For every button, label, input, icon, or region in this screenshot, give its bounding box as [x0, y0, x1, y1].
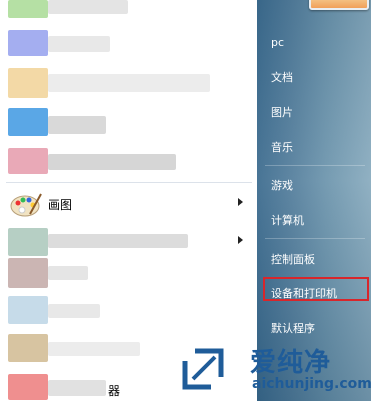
menu-item-games[interactable]: 游戏 [271, 177, 293, 193]
program-icon [8, 296, 48, 324]
program-icon [8, 334, 48, 362]
menu-item-control-panel[interactable]: 控制面板 [271, 251, 315, 267]
programs-separator [6, 182, 252, 183]
program-icon [8, 30, 48, 56]
program-label-blurred [48, 74, 210, 92]
program-item-blurred-3[interactable] [0, 68, 257, 98]
program-item-blurred-7[interactable] [0, 258, 257, 288]
program-item-blurred-2[interactable] [0, 30, 257, 60]
pane-gradient [257, 0, 371, 401]
program-label-blurred [48, 380, 106, 396]
program-item-paint[interactable] [0, 188, 257, 218]
program-label-blurred [48, 36, 110, 52]
menu-separator [265, 238, 365, 239]
menu-item-default-programs[interactable]: 默认程序 [271, 320, 315, 336]
program-icon [8, 258, 48, 288]
program-item-blurred-5[interactable] [0, 146, 257, 176]
paint-palette-icon [10, 193, 42, 217]
program-item-blurred-8[interactable] [0, 296, 257, 326]
menu-item-pictures[interactable]: 图片 [271, 104, 293, 120]
programs-panel: 画图 器 [0, 0, 257, 401]
program-item-blurred-1[interactable] [0, 0, 257, 30]
program-label-blurred [48, 0, 128, 14]
program-icon [8, 374, 48, 400]
program-label-blurred [48, 234, 188, 248]
program-label-blurred [48, 116, 106, 134]
watermark-url: aichunjing.com [252, 376, 371, 392]
start-menu-right-pane: pc 文档 图片 音乐 游戏 计算机 控制面板 设备和打印机 默认程序 [257, 0, 371, 401]
program-icon [8, 228, 48, 256]
watermark-brand: 爱纯净 [250, 348, 332, 378]
program-icon [8, 148, 48, 174]
menu-item-user[interactable]: pc [271, 36, 284, 49]
program-icon [8, 0, 48, 18]
program-label-blurred [48, 342, 140, 356]
program-label-blurred [48, 304, 100, 318]
program-item-blurred-4[interactable] [0, 108, 257, 138]
program-label-paint: 画图 [48, 198, 73, 212]
submenu-arrow-icon[interactable] [238, 198, 243, 206]
program-icon [8, 108, 48, 136]
menu-item-documents[interactable]: 文档 [271, 69, 293, 85]
menu-separator [265, 165, 365, 166]
program-label-blurred [48, 154, 176, 170]
menu-item-music[interactable]: 音乐 [271, 139, 293, 155]
menu-item-computer[interactable]: 计算机 [271, 212, 304, 228]
program-icon [8, 68, 48, 98]
submenu-arrow-icon[interactable] [238, 236, 243, 244]
watermark-logo-icon [182, 348, 224, 390]
watermark: 爱纯净 aichunjing.com [178, 343, 371, 401]
program-item-blurred-6[interactable] [0, 226, 257, 256]
program-label-blurred [48, 266, 88, 280]
highlight-box [263, 277, 369, 301]
user-avatar[interactable] [309, 0, 369, 10]
program-label-fragment: 器 [108, 384, 121, 398]
